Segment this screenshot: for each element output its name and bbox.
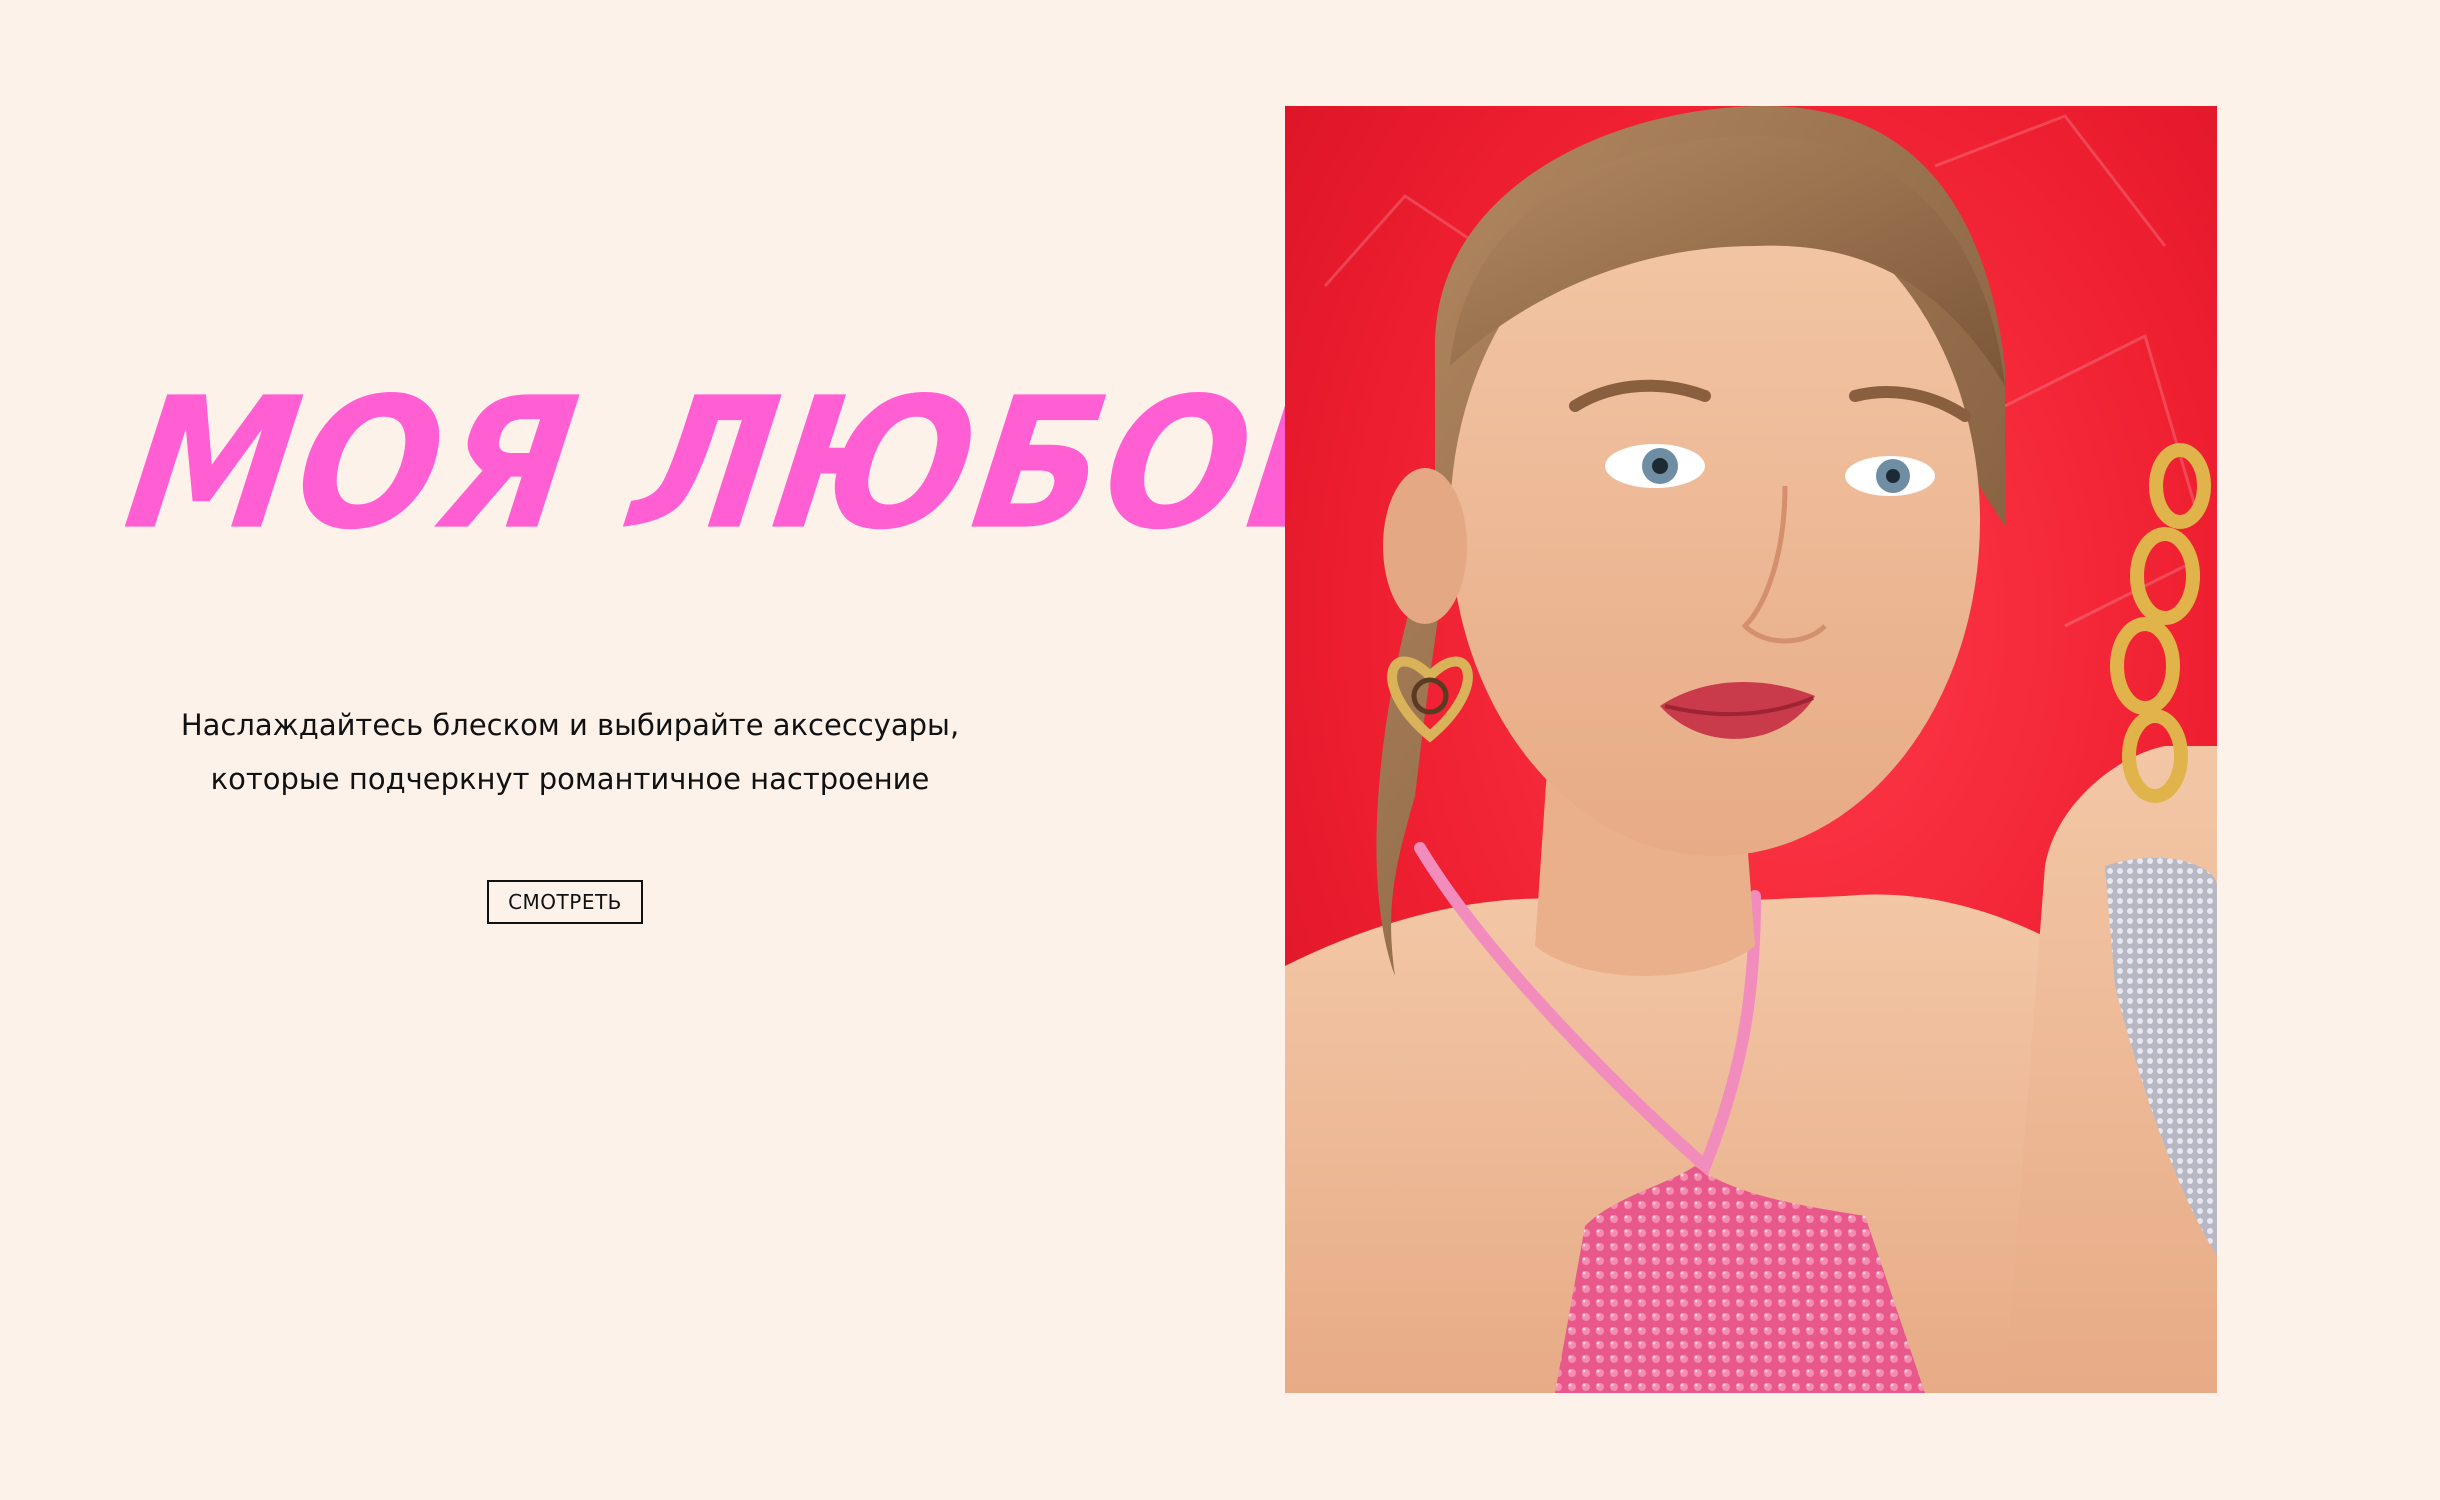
hero-photo (1285, 106, 2217, 1393)
hero-copy: МОЯ ЛЮБОВЬ Наслаждайтесь блеском и выбир… (115, 358, 1526, 806)
hero-subtitle-line-2: которые подчеркнут романтичное настроени… (210, 762, 930, 796)
hero-subtitle: Наслаждайтесь блеском и выбирайте аксесс… (130, 698, 1010, 806)
hero-subtitle-line-1: Наслаждайтесь блеском и выбирайте аксесс… (180, 708, 960, 742)
hero-banner: МОЯ ЛЮБОВЬ Наслаждайтесь блеском и выбир… (0, 0, 2440, 1500)
view-button[interactable]: СМОТРЕТЬ (487, 880, 643, 924)
hero-title: МОЯ ЛЮБОВЬ (115, 358, 1527, 570)
model-portrait-image (1285, 106, 2217, 1393)
